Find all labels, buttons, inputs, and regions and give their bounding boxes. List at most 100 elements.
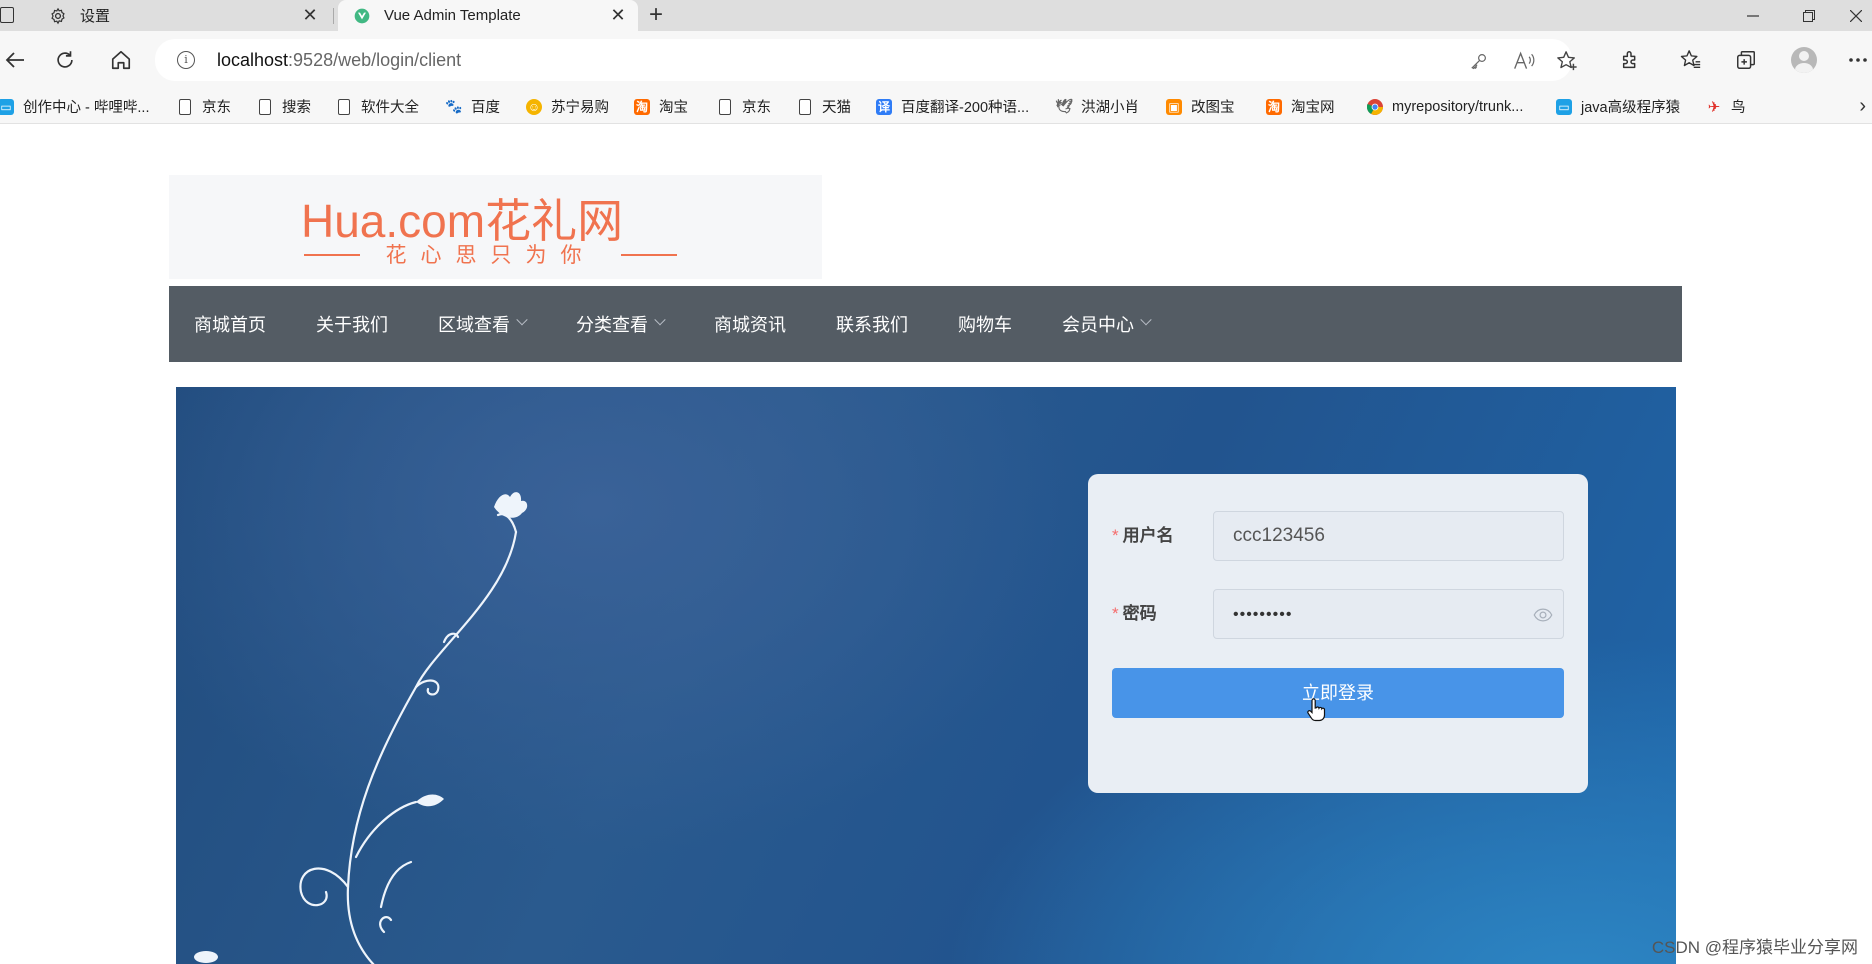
username-label: * 用户名 (1112, 511, 1174, 561)
tab-title: 设置 (80, 8, 111, 25)
tab-settings[interactable]: 设置 ✕ (34, 0, 330, 31)
bookmark-label: 京东 (742, 100, 771, 116)
url-path: :9528/web/login/client (288, 50, 462, 70)
read-aloud-icon[interactable] (1512, 49, 1536, 73)
profile-button[interactable] (1789, 45, 1819, 75)
collections-button[interactable] (1731, 45, 1761, 75)
site-info-icon[interactable]: i (177, 51, 195, 69)
chevron-right-icon[interactable]: › (1859, 89, 1866, 124)
bookmark-item[interactable]: ☺ 苏宁易购 (526, 89, 609, 124)
nav-cart[interactable]: 购物车 (933, 286, 1037, 362)
gaitubao-icon: ▣ (1166, 98, 1182, 115)
home-button[interactable] (106, 45, 136, 75)
key-icon[interactable] (1467, 49, 1491, 73)
bookmark-item[interactable]: ▭ java高级程序猿 (1556, 89, 1680, 124)
page-icon (336, 98, 352, 115)
bookmark-item[interactable]: 搜索 (257, 89, 311, 124)
tab-vue-admin[interactable]: Vue Admin Template ✕ (338, 0, 638, 31)
favorites-icon (1680, 50, 1701, 69)
nav-label: 联系我们 (836, 315, 908, 335)
username-input[interactable]: ccc123456 (1213, 511, 1564, 561)
bookmark-label: 苏宁易购 (551, 100, 609, 116)
password-input[interactable]: ••••••••• (1213, 589, 1564, 639)
bookmark-item[interactable]: ✈ 鸟 (1706, 89, 1746, 124)
required-mark: * (1112, 526, 1119, 545)
vue-logo-icon (352, 6, 372, 26)
nav-label: 区域查看 (438, 315, 510, 335)
bookmark-item[interactable]: 🕊 洪湖小肖 (1055, 89, 1139, 124)
site-logo[interactable]: Hua.com花礼网 花心思只为你 (169, 175, 822, 279)
bookmark-label: 淘宝网 (1291, 100, 1335, 116)
home-icon (111, 50, 131, 70)
vine-illustration (194, 492, 528, 964)
bookmark-item[interactable]: 天猫 (797, 89, 851, 124)
close-icon[interactable]: ✕ (604, 5, 632, 26)
nav-category[interactable]: 分类查看 (551, 286, 689, 362)
page-content: Hua.com花礼网 花心思只为你 商城首页 关于我们 区域查看 分类查看 商城… (0, 125, 1872, 964)
bookmark-item[interactable]: 京东 (177, 89, 231, 124)
bookmark-item[interactable]: 译百度翻译-200种语... (876, 89, 1029, 124)
address-toolbar: i localhost:9528/web/login/client (0, 31, 1872, 89)
reload-button[interactable] (50, 45, 80, 75)
bookmark-item[interactable]: 软件大全 (336, 89, 419, 124)
favorites-button[interactable] (1676, 45, 1706, 75)
tab-title: Vue Admin Template (384, 7, 521, 24)
taobao-icon: 淘 (1266, 98, 1282, 115)
nav-about[interactable]: 关于我们 (291, 286, 413, 362)
page-icon (717, 98, 733, 115)
restore-button[interactable] (1784, 0, 1834, 31)
url-text[interactable]: localhost:9528/web/login/client (217, 50, 461, 71)
bookmark-item[interactable]: 京东 (717, 89, 771, 124)
red-bird-icon: ✈ (1707, 98, 1721, 116)
baidu-paw-icon: 🐾 (445, 98, 463, 114)
nav-member[interactable]: 会员中心 (1037, 286, 1175, 362)
nav-contact[interactable]: 联系我们 (811, 286, 933, 362)
back-button[interactable] (0, 45, 30, 75)
bookmark-item[interactable]: ▭ 创作中心 - 哔哩哔... (0, 89, 149, 124)
login-button[interactable]: 立即登录 (1112, 668, 1564, 718)
nav-news[interactable]: 商城资讯 (689, 286, 811, 362)
nav-home[interactable]: 商城首页 (169, 286, 291, 362)
main-nav: 商城首页 关于我们 区域查看 分类查看 商城资讯 联系我们 购物车 会员中心 (169, 286, 1682, 362)
gear-icon (48, 6, 68, 26)
required-mark: * (1112, 604, 1119, 623)
hand-cursor-icon (1307, 698, 1326, 722)
password-label-text: 密码 (1122, 604, 1157, 623)
close-window-button[interactable] (1840, 0, 1872, 31)
bookmark-label: 软件大全 (361, 100, 419, 116)
avatar (1791, 47, 1817, 73)
nav-region[interactable]: 区域查看 (413, 286, 551, 362)
bookmark-item[interactable]: ▣ 改图宝 (1166, 89, 1235, 124)
bookmark-label: 改图宝 (1191, 100, 1235, 116)
settings-menu-button[interactable] (1844, 45, 1872, 75)
password-row: * 密码 ••••••••• (1112, 589, 1564, 639)
browser-tab-bar: 设置 ✕ Vue Admin Template ✕ + (0, 0, 1872, 31)
minimize-button[interactable] (1728, 0, 1778, 31)
bookmark-item[interactable]: 淘淘宝 (634, 89, 688, 124)
nav-label: 分类查看 (576, 315, 648, 335)
close-icon[interactable]: ✕ (296, 5, 324, 26)
translate-icon: 译 (876, 98, 892, 115)
url-host: localhost (217, 50, 289, 70)
eye-icon[interactable] (1533, 605, 1553, 625)
extensions-button[interactable] (1616, 45, 1646, 75)
nav-label: 商城首页 (194, 315, 266, 335)
bookmark-item[interactable]: 🐾 百度 (445, 89, 500, 124)
url-bar[interactable]: i localhost:9528/web/login/client (155, 39, 1577, 81)
bookmark-item[interactable]: 淘淘宝网 (1266, 89, 1335, 124)
bookmark-label: 百度 (471, 100, 500, 116)
bookmark-label: 创作中心 - 哔哩哔... (23, 100, 150, 116)
add-favorite-icon[interactable] (1555, 49, 1579, 73)
puzzle-icon (1622, 51, 1636, 69)
reload-icon (57, 51, 73, 68)
bookmark-item[interactable]: myrepository/trunk... (1367, 89, 1523, 124)
bird-icon: 🕊 (1055, 98, 1073, 114)
nav-label: 购物车 (958, 315, 1012, 335)
bookmark-label: 搜索 (282, 100, 311, 116)
username-label-text: 用户名 (1122, 526, 1174, 545)
new-tab-button[interactable]: + (642, 0, 670, 31)
page-icon (257, 98, 273, 115)
bookmarks-bar: ▭ 创作中心 - 哔哩哔... 京东 搜索 软件大全 🐾 百度 ☺ 苏宁易购 淘淘宝 … (0, 89, 1872, 124)
password-mask: ••••••••• (1233, 606, 1293, 623)
tab-actions-icon[interactable] (0, 7, 14, 23)
